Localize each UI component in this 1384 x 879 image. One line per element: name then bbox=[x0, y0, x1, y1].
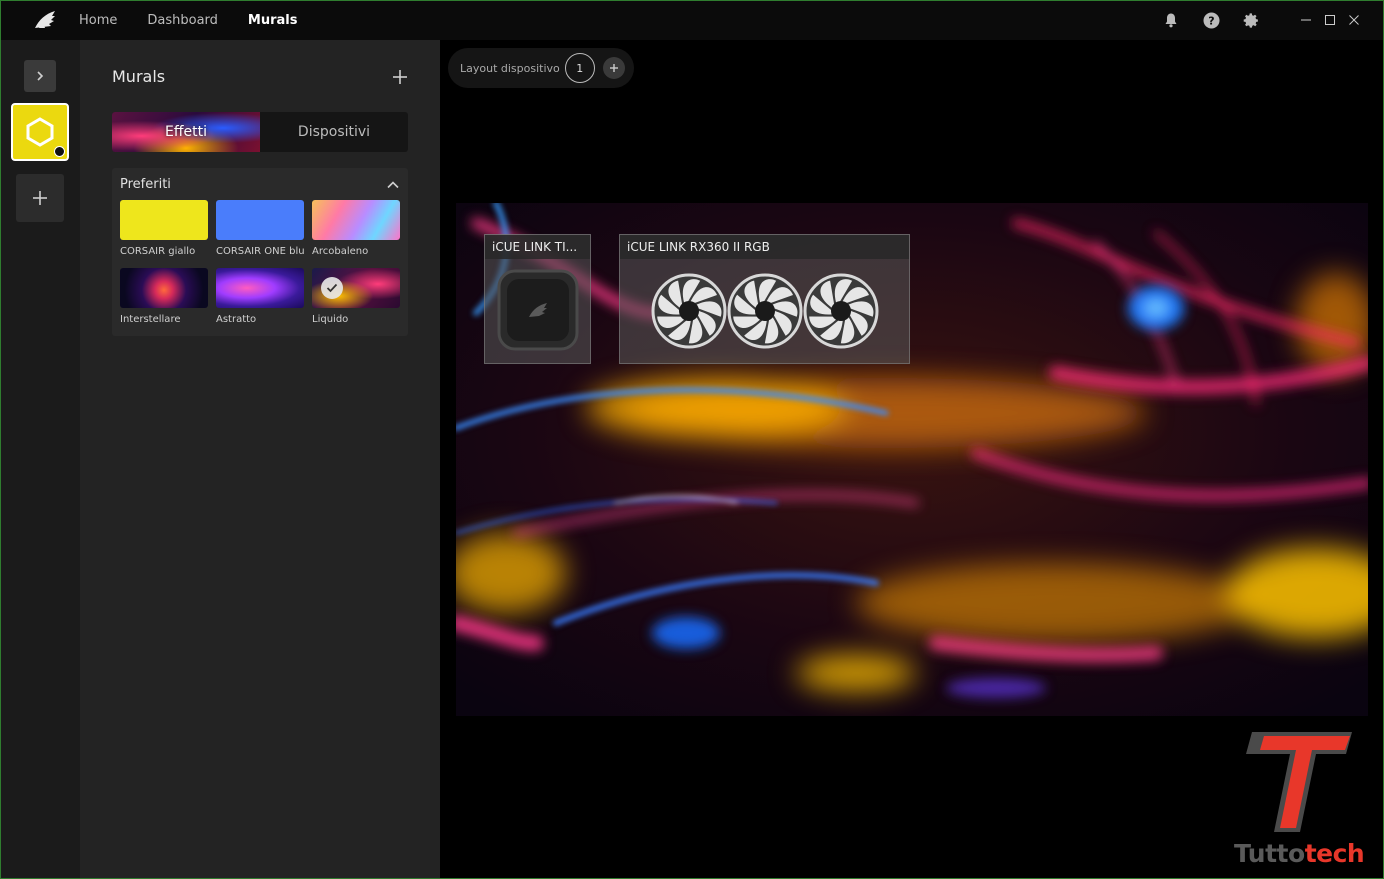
murals-panel: Murals Effetti Dispositivi Preferiti COR… bbox=[80, 40, 440, 879]
hexagon-icon bbox=[26, 117, 54, 147]
panel-tabs: Effetti Dispositivi bbox=[112, 112, 408, 152]
nav-dashboard[interactable]: Dashboard bbox=[147, 13, 218, 28]
liquid-effect-background bbox=[456, 203, 1368, 716]
corsair-logo-icon[interactable] bbox=[33, 8, 57, 32]
minimize-icon[interactable] bbox=[1294, 0, 1318, 40]
effect-thumbnail bbox=[120, 200, 208, 240]
effect-thumbnail bbox=[216, 200, 304, 240]
add-layout-button[interactable] bbox=[602, 57, 625, 79]
device-card-icue-link-ti[interactable]: iCUE LINK TI... bbox=[484, 234, 591, 364]
close-icon[interactable] bbox=[1342, 0, 1366, 40]
effect-label: CORSAIR giallo bbox=[120, 246, 196, 257]
mural-canvas[interactable]: iCUE LINK TI... iCUE LINK RX360 II RGB bbox=[456, 203, 1368, 716]
favorite-arcobaleno[interactable]: Arcobaleno bbox=[312, 200, 400, 260]
tab-dispositivi[interactable]: Dispositivi bbox=[260, 112, 408, 152]
device-layout-selector: Layout dispositivo 1 bbox=[448, 48, 634, 88]
effect-label: Astratto bbox=[216, 314, 257, 325]
favorite-corsair-giallo[interactable]: CORSAIR giallo bbox=[120, 200, 208, 260]
effect-label: CORSAIR ONE blu bbox=[216, 246, 305, 257]
mural-thumbnail-button[interactable] bbox=[11, 103, 69, 161]
add-mural-button[interactable] bbox=[16, 174, 64, 222]
effect-thumbnail bbox=[216, 268, 304, 308]
plus-icon bbox=[393, 70, 407, 84]
plus-icon bbox=[609, 64, 618, 72]
add-effect-button[interactable] bbox=[389, 66, 411, 88]
maximize-icon[interactable] bbox=[1318, 0, 1342, 40]
fan-array-icon bbox=[651, 273, 879, 349]
help-icon[interactable]: ? bbox=[1202, 11, 1220, 29]
favorite-astratto[interactable]: Astratto bbox=[216, 268, 304, 328]
effect-thumbnail bbox=[312, 200, 400, 240]
device-title: iCUE LINK RX360 II RGB bbox=[620, 235, 909, 259]
plus-icon bbox=[33, 191, 47, 205]
effect-label: Liquido bbox=[312, 314, 349, 325]
home-badge-icon bbox=[54, 146, 65, 157]
title-bar: Home Dashboard Murals ? bbox=[0, 0, 1384, 40]
pump-icon bbox=[497, 269, 579, 351]
expand-rail-button[interactable] bbox=[24, 60, 56, 92]
tuttotech-logo-icon bbox=[1246, 732, 1352, 832]
effect-thumbnail bbox=[312, 268, 400, 308]
gear-icon[interactable] bbox=[1242, 11, 1260, 29]
device-card-icue-link-rx360[interactable]: iCUE LINK RX360 II RGB bbox=[619, 234, 910, 364]
chevron-right-icon bbox=[37, 71, 44, 81]
favorites-section: Preferiti CORSAIR giallo CORSAIR ONE blu… bbox=[112, 168, 408, 336]
effect-label: Arcobaleno bbox=[312, 246, 369, 257]
effect-thumbnail bbox=[120, 268, 208, 308]
device-title: iCUE LINK TI... bbox=[485, 235, 590, 259]
tuttotech-watermark: Tuttotech bbox=[1234, 728, 1368, 868]
layout-1-button[interactable]: 1 bbox=[564, 53, 595, 83]
svg-text:?: ? bbox=[1208, 14, 1214, 27]
nav-murals[interactable]: Murals bbox=[248, 13, 298, 28]
favorite-interstellare[interactable]: Interstellare bbox=[120, 268, 208, 328]
effect-label: Interstellare bbox=[120, 314, 181, 325]
nav-home[interactable]: Home bbox=[79, 13, 117, 28]
chevron-up-icon[interactable] bbox=[386, 178, 400, 192]
layout-label: Layout dispositivo bbox=[460, 61, 560, 75]
left-rail bbox=[0, 40, 80, 879]
favorite-corsair-one-blu[interactable]: CORSAIR ONE blu bbox=[216, 200, 305, 260]
bell-icon[interactable] bbox=[1162, 11, 1180, 29]
favorite-liquido[interactable]: Liquido bbox=[312, 268, 400, 328]
favorites-title: Preferiti bbox=[120, 177, 171, 192]
watermark-text: Tuttotech bbox=[1234, 839, 1365, 868]
selected-check-icon bbox=[321, 277, 343, 299]
tab-effetti[interactable]: Effetti bbox=[112, 112, 260, 152]
panel-title: Murals bbox=[112, 67, 166, 86]
